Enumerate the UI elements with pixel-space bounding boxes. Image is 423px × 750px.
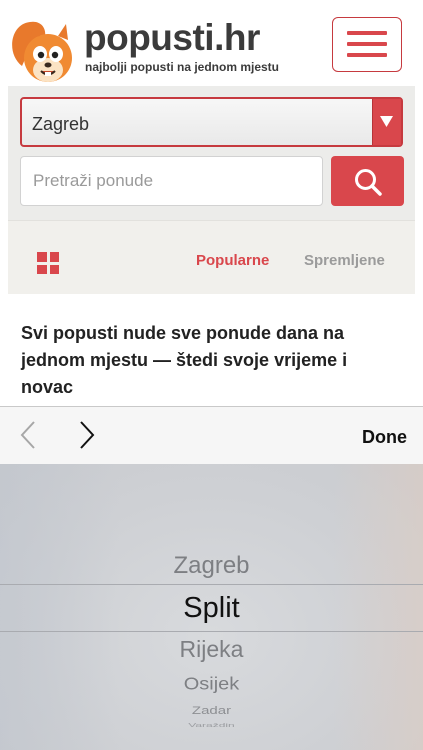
squirrel-mascot-icon[interactable] xyxy=(8,14,76,88)
done-button[interactable]: Done xyxy=(362,427,407,448)
intro-text: Svi popusti nude sve ponude dana na jedn… xyxy=(21,323,348,397)
keyboard-accessory-toolbar: Done xyxy=(0,406,423,465)
chevron-left-icon[interactable] xyxy=(18,420,40,450)
tab-saved[interactable]: Spremljene xyxy=(304,252,385,269)
search-icon xyxy=(355,169,382,196)
chevron-right-icon[interactable] xyxy=(76,420,98,450)
tab-popular[interactable]: Popularne xyxy=(196,252,269,269)
picker-option[interactable]: Rijeka xyxy=(0,636,423,663)
city-select-value: Zagreb xyxy=(32,114,90,134)
picker-option[interactable]: Varaždin xyxy=(0,722,423,728)
search-input[interactable] xyxy=(20,156,323,206)
filter-tabs: Popularne Spremljene xyxy=(8,220,415,294)
picker-option-selected[interactable]: Split xyxy=(0,592,423,625)
hamburger-menu-icon xyxy=(347,53,387,57)
city-select[interactable]: Zagreb xyxy=(20,97,403,147)
grid-view-icon[interactable] xyxy=(37,252,59,274)
app-header: popusti.hr najbolji popusti na jednom mj… xyxy=(0,0,423,86)
picker-option[interactable]: Zadar xyxy=(0,704,423,717)
search-panel: Zagreb xyxy=(8,86,415,220)
city-picker-wheel[interactable]: Zagreb Split Rijeka Osijek Zadar Varaždi… xyxy=(0,464,423,750)
hamburger-menu-button[interactable] xyxy=(332,17,402,72)
brand-name: popusti.hr xyxy=(84,17,260,58)
picker-option[interactable]: Zagreb xyxy=(0,552,423,580)
dropdown-arrow-icon[interactable] xyxy=(372,99,401,145)
search-button[interactable] xyxy=(331,156,404,206)
brand-tagline: najbolji popusti na jednom mjestu xyxy=(85,60,280,74)
hamburger-menu-icon xyxy=(347,31,387,35)
hamburger-menu-icon xyxy=(347,42,387,46)
picker-option[interactable]: Osijek xyxy=(0,674,423,695)
